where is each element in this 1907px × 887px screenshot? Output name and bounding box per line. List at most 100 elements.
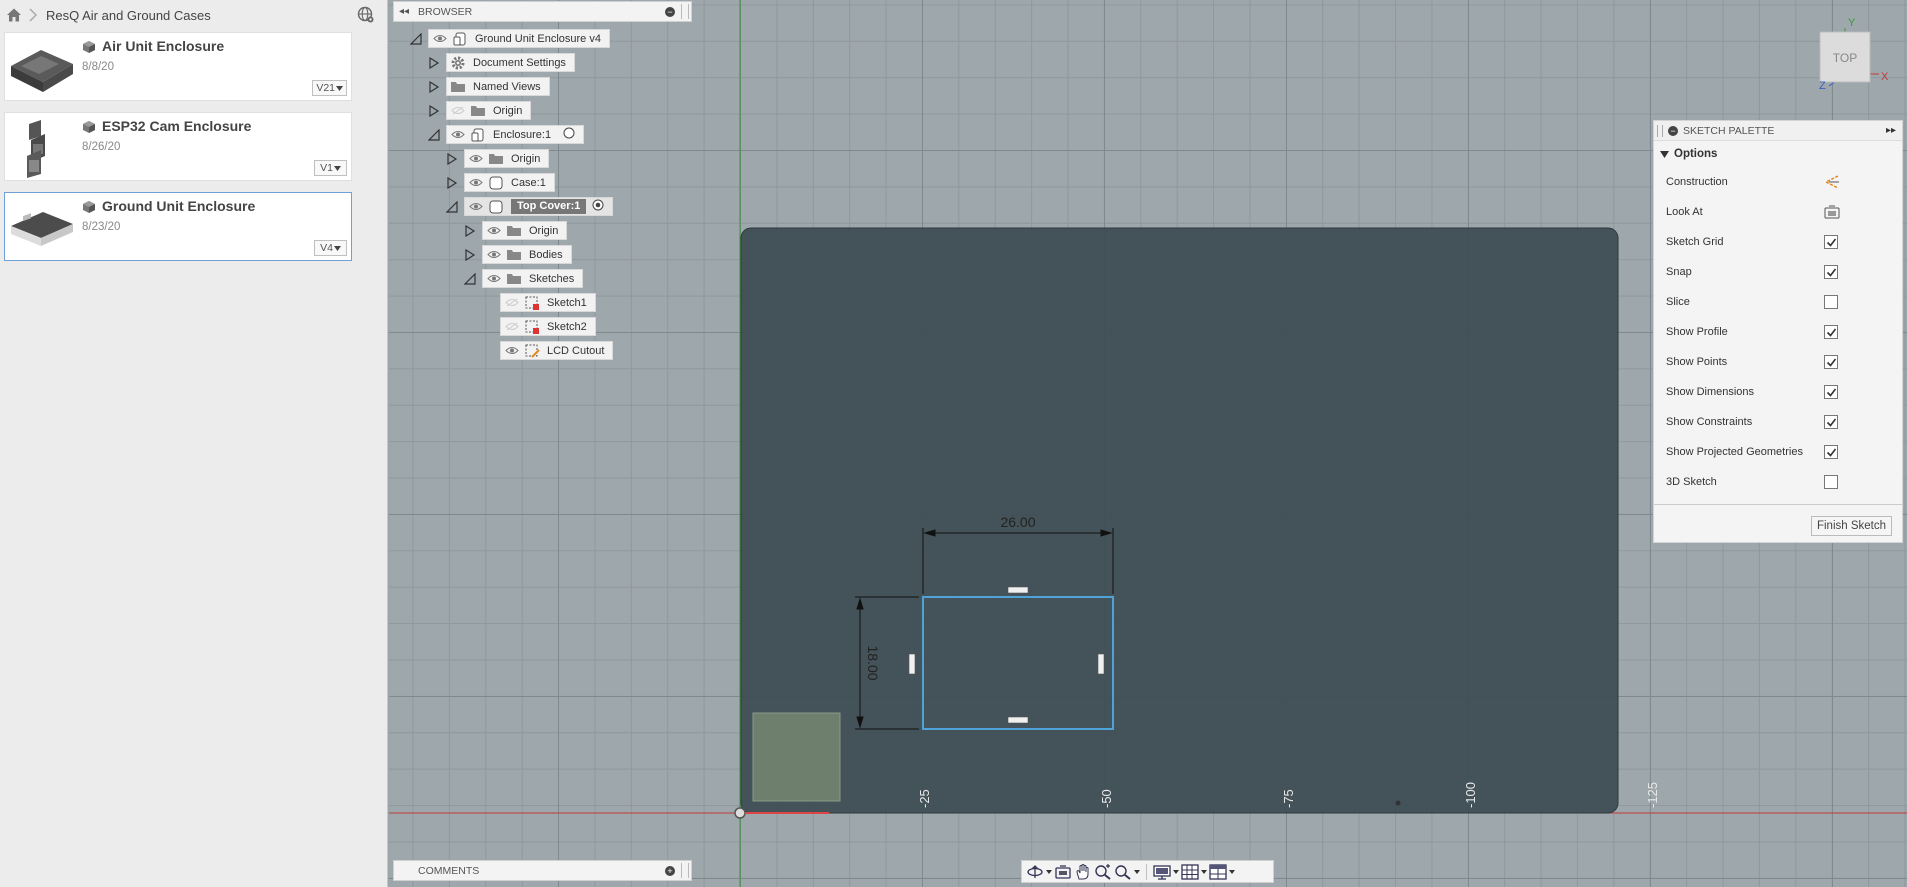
orbit-icon[interactable]	[1026, 864, 1044, 880]
viewports-icon[interactable]	[1209, 863, 1227, 880]
visibility-eye-icon[interactable]	[429, 29, 451, 48]
caret-down-icon[interactable]	[1134, 864, 1140, 880]
3d-sketch-checkbox[interactable]	[1824, 475, 1838, 489]
snap-checkbox[interactable]	[1824, 265, 1838, 279]
design-card-ground-unit[interactable]: Ground Unit Enclosure 8/23/20 V4	[4, 192, 352, 261]
sketch-grid-checkbox[interactable]	[1824, 235, 1838, 249]
tree-node-bodies[interactable]: Bodies	[464, 245, 572, 264]
tree-label[interactable]: Origin	[529, 225, 558, 237]
palette-header[interactable]: − SKETCH PALETTE ▸▸	[1654, 121, 1902, 141]
collapsed-arrow-icon[interactable]	[428, 80, 440, 93]
tree-label[interactable]: Document Settings	[473, 57, 566, 69]
visibility-eye-icon[interactable]	[465, 149, 487, 168]
zoom-icon[interactable]	[1094, 863, 1112, 880]
browser-header[interactable]: ◂◂ BROWSER −	[393, 1, 692, 22]
design-name[interactable]: Air Unit Enclosure	[102, 38, 224, 54]
visibility-eye-icon[interactable]	[465, 197, 487, 216]
show-profile-checkbox[interactable]	[1824, 325, 1838, 339]
collapsed-arrow-icon[interactable]	[446, 176, 458, 189]
tree-label[interactable]: Enclosure:1	[493, 129, 551, 141]
option-show-points[interactable]: Show Points	[1654, 347, 1902, 377]
tree-label[interactable]: Origin	[493, 105, 522, 117]
tree-node-enclosure-origin[interactable]: Origin	[446, 149, 550, 168]
collapsed-arrow-icon[interactable]	[464, 224, 476, 237]
version-dropdown[interactable]: V1	[314, 160, 347, 176]
collapsed-arrow-icon[interactable]	[428, 104, 440, 117]
collapsed-arrow-icon[interactable]	[446, 152, 458, 165]
width-dimension-label[interactable]: 26.00	[1000, 514, 1035, 530]
tree-label[interactable]: LCD Cutout	[547, 345, 604, 357]
tree-node-top-cover[interactable]: Top Cover:1	[446, 197, 614, 216]
caret-down-icon[interactable]	[1229, 864, 1235, 880]
active-radio-icon[interactable]	[592, 199, 604, 214]
tree-node-lcd-cutout[interactable]: LCD Cutout	[500, 341, 614, 360]
collapsed-arrow-icon[interactable]	[464, 248, 476, 261]
globe-settings-icon[interactable]	[357, 6, 375, 24]
collapsed-arrow-icon[interactable]	[428, 56, 440, 69]
pan-tool[interactable]	[1074, 862, 1092, 881]
tree-label[interactable]: Sketches	[529, 273, 574, 285]
home-icon[interactable]	[6, 7, 22, 23]
visibility-eye-icon[interactable]	[447, 125, 469, 144]
zoom-window-icon[interactable]	[1114, 864, 1132, 880]
option-sketch-grid[interactable]: Sketch Grid	[1654, 227, 1902, 257]
look-at-tool[interactable]	[1054, 862, 1072, 881]
tree-node-sketch1[interactable]: Sketch1	[500, 293, 596, 312]
show-constraints-checkbox[interactable]	[1824, 415, 1838, 429]
drag-handle-icon[interactable]	[681, 4, 689, 19]
tree-label[interactable]: Sketch1	[547, 297, 587, 309]
tree-node-case[interactable]: Case:1	[446, 173, 555, 192]
tree-node-root[interactable]: Ground Unit Enclosure v4	[410, 29, 610, 48]
minimize-icon[interactable]: −	[665, 6, 675, 17]
option-show-projected-geometries[interactable]: Show Projected Geometries	[1654, 437, 1902, 467]
tree-node-top-cover-origin[interactable]: Origin	[464, 221, 568, 240]
grid-icon[interactable]	[1181, 863, 1199, 880]
tree-node-sketch2[interactable]: Sketch2	[500, 317, 596, 336]
design-card-air-unit[interactable]: Air Unit Enclosure 8/8/20 V21	[4, 32, 352, 101]
fit-tool[interactable]	[1114, 862, 1140, 881]
tree-node-origin[interactable]: Origin	[428, 101, 532, 120]
show-dimensions-checkbox[interactable]	[1824, 385, 1838, 399]
pan-hand-icon[interactable]	[1074, 863, 1092, 880]
add-comment-icon[interactable]: +	[665, 865, 675, 876]
design-card-esp32-cam[interactable]: ESP32 Cam Enclosure 8/26/20 V1	[4, 112, 352, 181]
vertical-constraint-icon[interactable]	[1097, 653, 1105, 675]
orbit-tool[interactable]	[1026, 862, 1052, 881]
top-cover-body[interactable]	[740, 227, 1619, 814]
design-name[interactable]: ESP32 Cam Enclosure	[102, 118, 251, 134]
tree-label[interactable]: Ground Unit Enclosure v4	[475, 33, 601, 45]
vertical-constraint-icon[interactable]	[908, 653, 916, 675]
option-show-profile[interactable]: Show Profile	[1654, 317, 1902, 347]
expand-icon[interactable]: ▸▸	[1886, 125, 1902, 136]
height-dimension-label[interactable]: 18.00	[865, 645, 881, 680]
collapse-panel-icon[interactable]: ◂◂	[394, 6, 414, 17]
view-cube[interactable]: TOP Y X Z	[1815, 14, 1895, 92]
hidden-eye-icon[interactable]	[447, 101, 469, 120]
caret-down-icon[interactable]	[1173, 864, 1179, 880]
view-cube-face-label[interactable]: TOP	[1833, 51, 1857, 65]
visibility-eye-icon[interactable]	[465, 173, 487, 192]
option-show-dimensions[interactable]: Show Dimensions	[1654, 377, 1902, 407]
show-points-checkbox[interactable]	[1824, 355, 1838, 369]
viewports-tool[interactable]	[1209, 862, 1235, 881]
minimize-icon[interactable]: −	[1668, 125, 1678, 136]
tree-label[interactable]: Case:1	[511, 177, 546, 189]
tree-label-active[interactable]: Top Cover:1	[511, 199, 587, 214]
origin-point-icon[interactable]	[734, 807, 746, 819]
display-settings-icon[interactable]	[1153, 864, 1171, 880]
tree-label[interactable]: Bodies	[529, 249, 563, 261]
visibility-eye-icon[interactable]	[483, 269, 505, 288]
expanded-arrow-icon[interactable]	[464, 272, 476, 285]
option-show-constraints[interactable]: Show Constraints	[1654, 407, 1902, 437]
activate-radio-icon[interactable]	[563, 127, 575, 142]
project-title[interactable]: ResQ Air and Ground Cases	[46, 8, 211, 23]
visibility-eye-icon[interactable]	[501, 341, 523, 360]
tree-node-named-views[interactable]: Named Views	[428, 77, 550, 96]
component-pad[interactable]	[752, 712, 841, 802]
drag-handle-icon[interactable]	[681, 863, 689, 878]
option-3d-sketch[interactable]: 3D Sketch	[1654, 467, 1902, 497]
zoom-tool[interactable]	[1094, 862, 1112, 881]
caret-down-icon[interactable]	[1046, 864, 1052, 880]
tree-label[interactable]: Sketch2	[547, 321, 587, 333]
expanded-arrow-icon[interactable]	[410, 32, 422, 45]
